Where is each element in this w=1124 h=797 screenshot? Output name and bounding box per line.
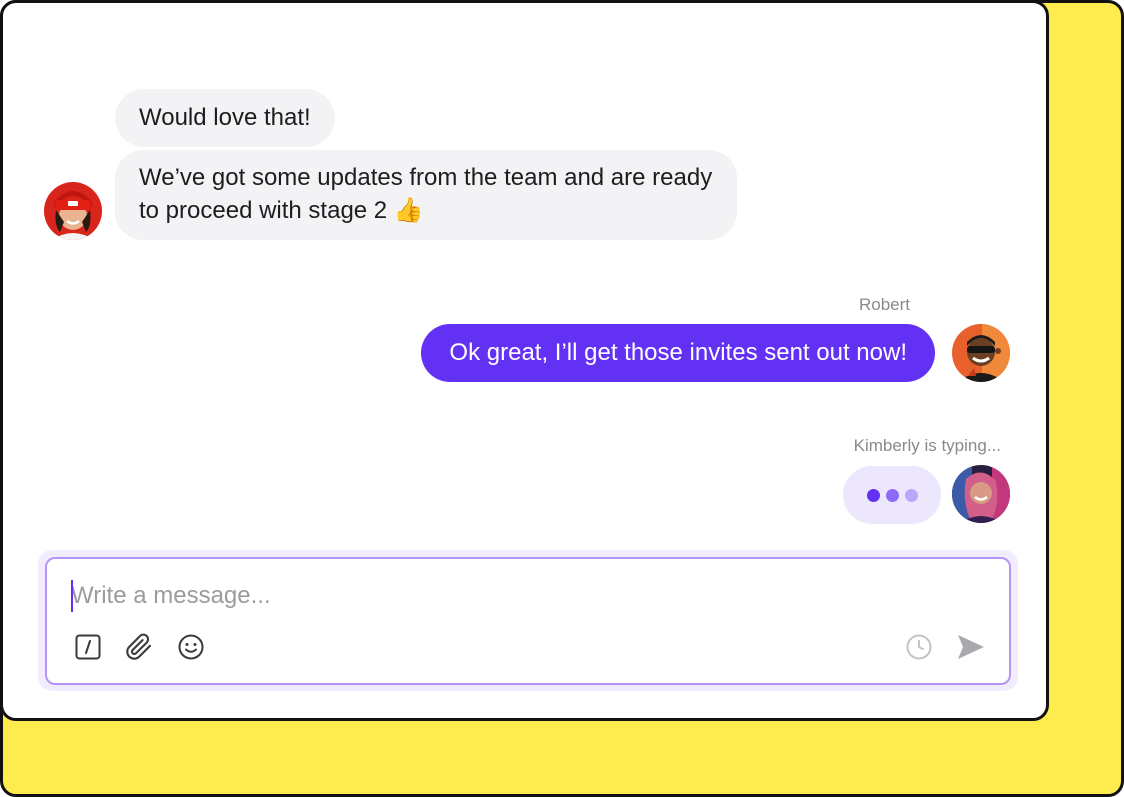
avatar-robert[interactable] [952, 324, 1010, 382]
sender-name: Robert [858, 295, 910, 314]
typing-indicator-text: Kimberly is typing... [853, 436, 1001, 455]
typing-dot [904, 488, 918, 502]
message-bubble-outgoing: Ok great, I’ll get those invites sent ou… [421, 324, 935, 382]
message-text: Ok great, I’ll get those invites sent ou… [449, 339, 907, 366]
smiley-icon [178, 634, 204, 660]
emoji-button[interactable] [175, 631, 207, 663]
typing-indicator-bubble [843, 466, 941, 524]
message-text: Would love that! [139, 104, 311, 131]
text-caret [71, 580, 73, 612]
slash-command-icon [75, 634, 101, 660]
message-input[interactable] [71, 579, 891, 613]
attach-button[interactable] [123, 631, 155, 663]
typing-dot [866, 488, 880, 502]
paperclip-icon [126, 633, 152, 660]
typing-dot [885, 488, 899, 502]
slash-command-button[interactable] [72, 631, 104, 663]
avatar-kimberly[interactable] [952, 465, 1010, 523]
avatar-contact[interactable] [44, 182, 102, 240]
send-arrow-icon [958, 635, 984, 659]
message-composer [45, 557, 1011, 685]
message-text: We’ve got some updates from the team and… [139, 164, 713, 224]
schedule-button[interactable] [903, 631, 935, 663]
chat-window: Would love that! We’ve got some updates … [0, 0, 1049, 721]
send-button[interactable] [953, 630, 989, 664]
message-bubble-incoming: We’ve got some updates from the team and… [115, 150, 737, 240]
clock-icon [906, 634, 932, 660]
message-bubble-incoming: Would love that! [115, 89, 335, 147]
